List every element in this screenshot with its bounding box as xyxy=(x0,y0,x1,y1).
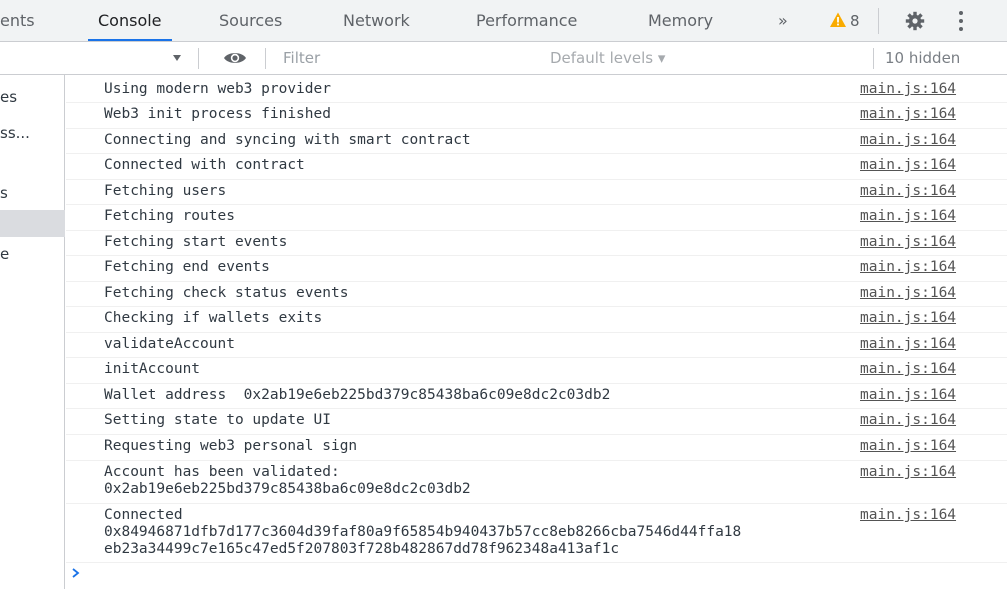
console-toolbar: Default levels ▾ 10 hidden xyxy=(0,42,1007,75)
message-text: initAccount xyxy=(104,361,201,377)
tab-console[interactable]: Console xyxy=(88,0,171,41)
tab-memory[interactable]: Memory xyxy=(648,0,713,41)
message-text: Fetching start events xyxy=(104,234,288,250)
console-message: Checking if wallets exits main.js:164 xyxy=(66,307,1007,333)
message-source-link[interactable]: main.js:164 xyxy=(860,387,956,404)
filter-input[interactable] xyxy=(283,46,543,70)
message-text: Fetching routes xyxy=(104,208,235,224)
console-message: Connected 0x84946871dfb7d177c3604d39faf8… xyxy=(66,504,1007,563)
message-source-link[interactable]: main.js:164 xyxy=(860,157,956,174)
console-message: validateAccount main.js:164 xyxy=(66,333,1007,358)
tab-elements[interactable]: ents xyxy=(0,0,35,41)
console-message: Fetching check status events main.js:164 xyxy=(66,282,1007,307)
message-source-link[interactable]: main.js:164 xyxy=(860,259,956,276)
gear-icon[interactable] xyxy=(905,11,925,31)
sidebar-item-errors[interactable]: s xyxy=(0,180,65,206)
hidden-messages-count[interactable]: 10 hidden xyxy=(885,42,960,75)
log-levels-dropdown[interactable]: Default levels ▾ xyxy=(550,42,665,75)
console-message: Fetching start events main.js:164 xyxy=(66,231,1007,256)
context-dropdown-arrow-icon[interactable] xyxy=(172,53,182,63)
message-source-link[interactable]: main.js:164 xyxy=(860,208,956,225)
message-source-link[interactable]: main.js:164 xyxy=(860,507,956,524)
console-sidebar: es ss... s e xyxy=(0,75,65,589)
message-source-link[interactable]: main.js:164 xyxy=(860,106,956,123)
more-tabs-button[interactable]: » xyxy=(778,0,788,41)
console-message: Using modern web3 provider main.js:164 xyxy=(66,78,1007,103)
console-message: Fetching routes main.js:164 xyxy=(66,205,1007,231)
message-text: Connecting and syncing with smart contra… xyxy=(104,132,471,148)
console-message: Connecting and syncing with smart contra… xyxy=(66,129,1007,154)
message-source-link[interactable]: main.js:164 xyxy=(860,132,956,149)
message-text: Connected 0x84946871dfb7d177c3604d39faf8… xyxy=(104,507,742,557)
sidebar-item-process[interactable]: ss... xyxy=(0,120,65,146)
console-message: Connected with contract main.js:164 xyxy=(66,154,1007,180)
message-source-link[interactable]: main.js:164 xyxy=(860,464,956,481)
message-text: Requesting web3 personal sign xyxy=(104,438,358,454)
kebab-menu-icon[interactable] xyxy=(958,10,964,32)
console-prompt-icon[interactable] xyxy=(70,566,82,580)
message-text: Fetching users xyxy=(104,183,227,199)
console-message: Requesting web3 personal sign main.js:16… xyxy=(66,435,1007,461)
devtools-tab-bar: ents Console Sources Network Performance… xyxy=(0,0,1007,42)
tab-performance[interactable]: Performance xyxy=(476,0,577,41)
console-message: Fetching users main.js:164 xyxy=(66,180,1007,205)
message-source-link[interactable]: main.js:164 xyxy=(860,234,956,251)
message-source-link[interactable]: main.js:164 xyxy=(860,310,956,327)
console-message: Account has been validated: 0x2ab19e6eb2… xyxy=(66,461,1007,504)
console-message: Setting state to update UI main.js:164 xyxy=(66,409,1007,435)
warning-triangle-icon xyxy=(830,12,846,27)
message-text: Fetching end events xyxy=(104,259,270,275)
message-text: Account has been validated: 0x2ab19e6eb2… xyxy=(104,464,471,497)
divider xyxy=(265,48,266,69)
message-source-link[interactable]: main.js:164 xyxy=(860,336,956,353)
message-source-link[interactable]: main.js:164 xyxy=(860,438,956,455)
divider xyxy=(198,48,199,69)
sidebar-selected-highlight xyxy=(0,210,65,237)
tab-sources[interactable]: Sources xyxy=(219,0,282,41)
tab-network[interactable]: Network xyxy=(343,0,410,41)
eye-icon[interactable] xyxy=(223,50,247,66)
message-source-link[interactable]: main.js:164 xyxy=(860,361,956,378)
console-message: initAccount main.js:164 xyxy=(66,358,1007,384)
message-text: Using modern web3 provider xyxy=(104,81,331,97)
message-source-link[interactable]: main.js:164 xyxy=(860,285,956,302)
sidebar-item-verbose[interactable]: e xyxy=(0,241,65,267)
message-text: Setting state to update UI xyxy=(104,412,331,428)
message-source-link[interactable]: main.js:164 xyxy=(860,183,956,200)
console-message: Web3 init process finished main.js:164 xyxy=(66,103,1007,129)
console-message: Fetching end events main.js:164 xyxy=(66,256,1007,282)
message-text: Fetching check status events xyxy=(104,285,349,301)
message-text: validateAccount xyxy=(104,336,235,352)
divider xyxy=(873,48,874,69)
message-source-link[interactable]: main.js:164 xyxy=(860,81,956,98)
message-text: Connected with contract xyxy=(104,157,305,173)
console-message: Wallet address 0x2ab19e6eb225bd379c85438… xyxy=(66,384,1007,409)
message-text: Wallet address 0x2ab19e6eb225bd379c85438… xyxy=(104,387,611,403)
warnings-count: 8 xyxy=(850,12,860,30)
divider xyxy=(878,8,879,34)
message-text: Checking if wallets exits xyxy=(104,310,323,326)
sidebar-item-messages[interactable]: es xyxy=(0,84,65,110)
message-source-link[interactable]: main.js:164 xyxy=(860,412,956,429)
console-messages: Using modern web3 provider main.js:164 W… xyxy=(66,75,1007,589)
message-text: Web3 init process finished xyxy=(104,106,331,122)
